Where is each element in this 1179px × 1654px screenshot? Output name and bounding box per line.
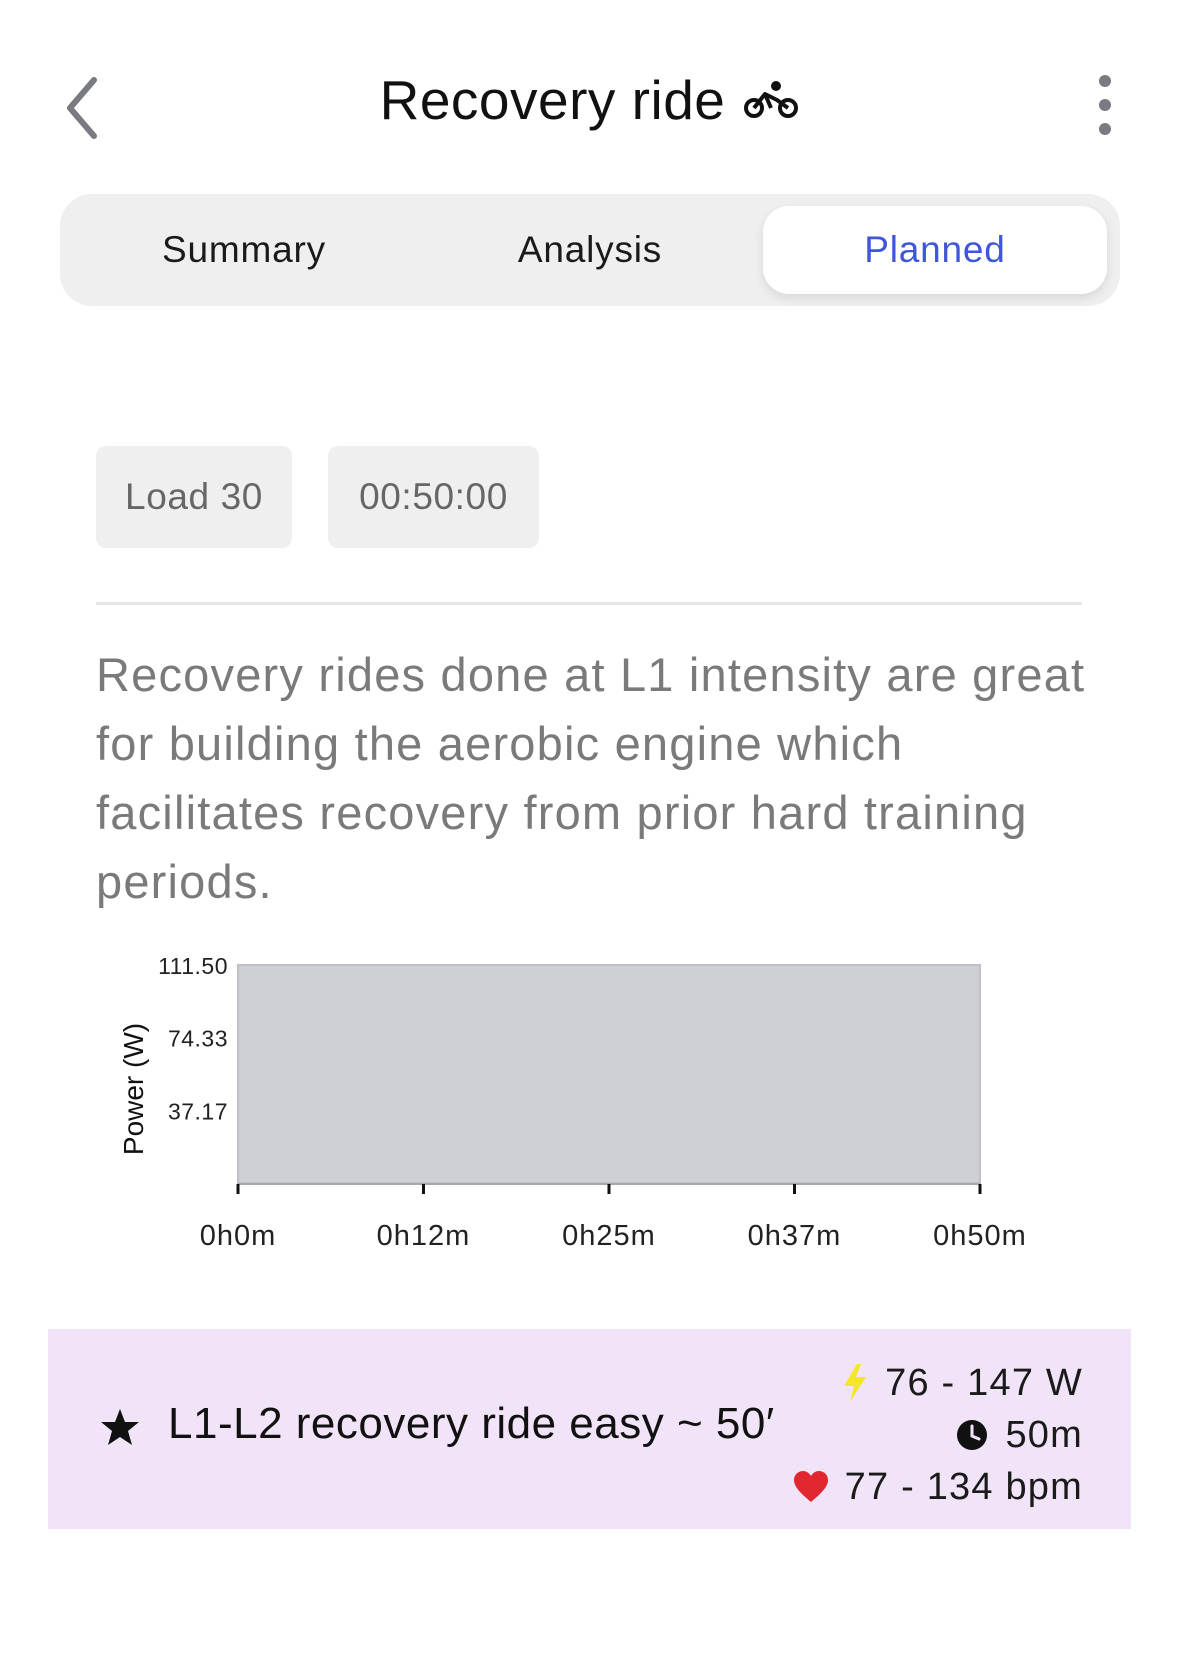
power-area-0 [237,964,981,1184]
bike-icon [744,81,799,118]
x-tick-label-4: 0h50m [933,1220,1027,1252]
step-targets: 76 - 147 W 50m 77 - 134 bpm [793,1357,1083,1513]
power-target: 76 - 147 W [793,1357,1083,1409]
tab-summary[interactable]: Summary [72,206,416,294]
tab-planned[interactable]: Planned [763,206,1107,294]
y-axis-label: Power (W) [118,1023,149,1155]
title-group: Recovery ride [0,68,1179,132]
heart-icon [793,1471,828,1502]
x-tick-label-1: 0h12m [377,1220,471,1252]
load-chip: Load 30 [96,446,292,548]
heart-rate-target-value: 77 - 134 bpm [844,1465,1083,1508]
power-chart: 0h0m 0h12m 0h25m 0h37m 0h50m 111.50 74.33 37.17… [110,940,1110,1270]
segmented-tabs: Summary Analysis Planned [60,194,1120,306]
power-target-value: 76 - 147 W [885,1361,1083,1404]
workout-description: Recovery rides done at L1 intensity are … [96,648,1086,908]
step-name: L1-L2 recovery ride easy ~ 50′ [168,1399,775,1448]
duration-chip: 00:50:00 [328,446,539,548]
lightning-icon [844,1364,867,1402]
duration-target: 50m [793,1409,1083,1461]
header: Recovery ride [0,40,1179,160]
star-icon [101,1409,139,1445]
x-tick-label-2: 0h25m [562,1220,656,1252]
page-title: Recovery ride [379,69,726,131]
planned-workout-screen: Recovery ride Summary Analysis Planned L… [0,0,1179,1654]
clock-icon [957,1420,988,1450]
y-tick-label-0: 111.50 [158,953,228,979]
workout-step[interactable]: L1-L2 recovery ride easy ~ 50′ 76 - 147 … [48,1329,1131,1529]
tab-analysis[interactable]: Analysis [418,206,762,294]
x-tick-label-0: 0h0m [200,1220,277,1252]
power-chart-svg: 0h0m 0h12m 0h25m 0h37m 0h50m 111.50 74.33 37.17… [118,953,1027,1252]
more-vertical-icon [1099,75,1111,135]
x-tick-label-3: 0h37m [748,1220,842,1252]
y-tick-label-1: 74.33 [168,1026,228,1052]
y-tick-label-2: 37.17 [168,1098,228,1124]
heart-rate-target: 77 - 134 bpm [793,1461,1083,1513]
duration-target-value: 50m [1005,1413,1083,1456]
more-options-button[interactable] [1090,72,1120,138]
divider [96,602,1082,605]
